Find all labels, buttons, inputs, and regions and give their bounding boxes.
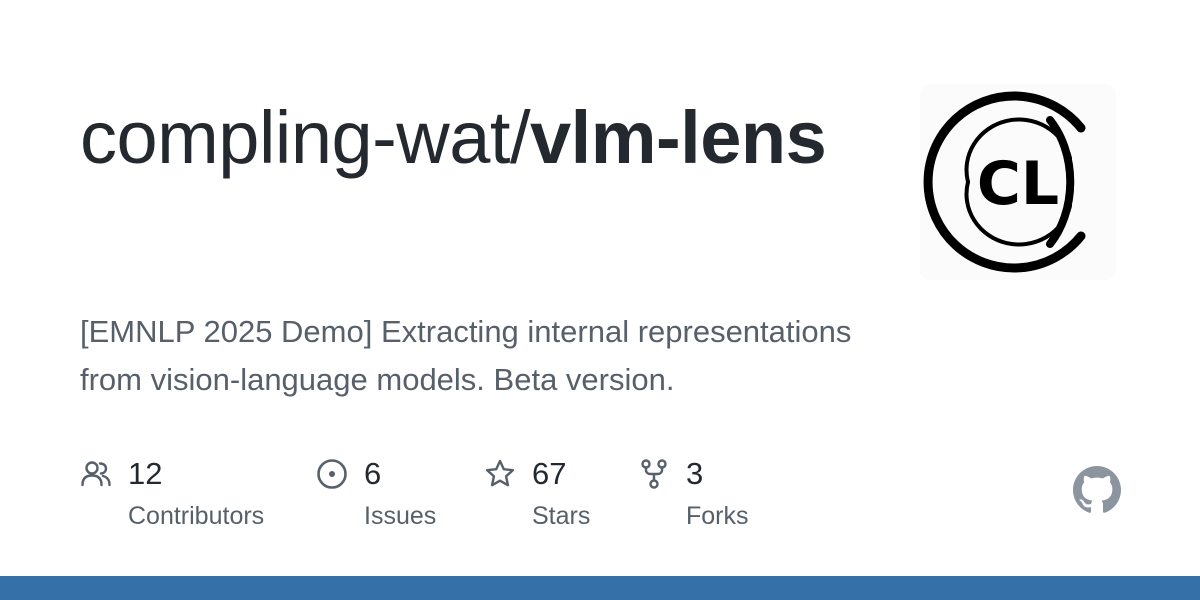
repo-forked-icon	[641, 459, 667, 489]
stat-label: Stars	[532, 502, 591, 530]
stat-value: 12	[128, 456, 163, 491]
issue-opened-icon	[317, 459, 347, 489]
stat-label: Issues	[364, 502, 437, 530]
cl-logo-icon: CL	[923, 91, 1086, 273]
stat-value: 6	[364, 456, 382, 491]
people-icon	[81, 461, 111, 487]
social-preview-card: compling-wat/vlm-lens CL [EMNLP 2025 Dem…	[0, 0, 1200, 600]
repo-owner: compling-wat/	[80, 96, 531, 179]
repo-description: [EMNLP 2025 Demo] Extracting internal re…	[80, 314, 852, 397]
repo-name: vlm-lens	[530, 96, 827, 179]
brand-color-bar	[0, 576, 1200, 600]
stat-label: Forks	[686, 502, 749, 530]
stat-value: 67	[532, 456, 567, 491]
github-mark-icon[interactable]	[1073, 466, 1121, 514]
owner-avatar: CL	[920, 84, 1116, 280]
logo-text: CL	[977, 149, 1059, 219]
star-icon	[486, 459, 514, 487]
stat-value: 3	[686, 456, 704, 491]
repo-title: compling-wat/vlm-lens	[80, 88, 860, 187]
stat-label: Contributors	[128, 502, 265, 530]
